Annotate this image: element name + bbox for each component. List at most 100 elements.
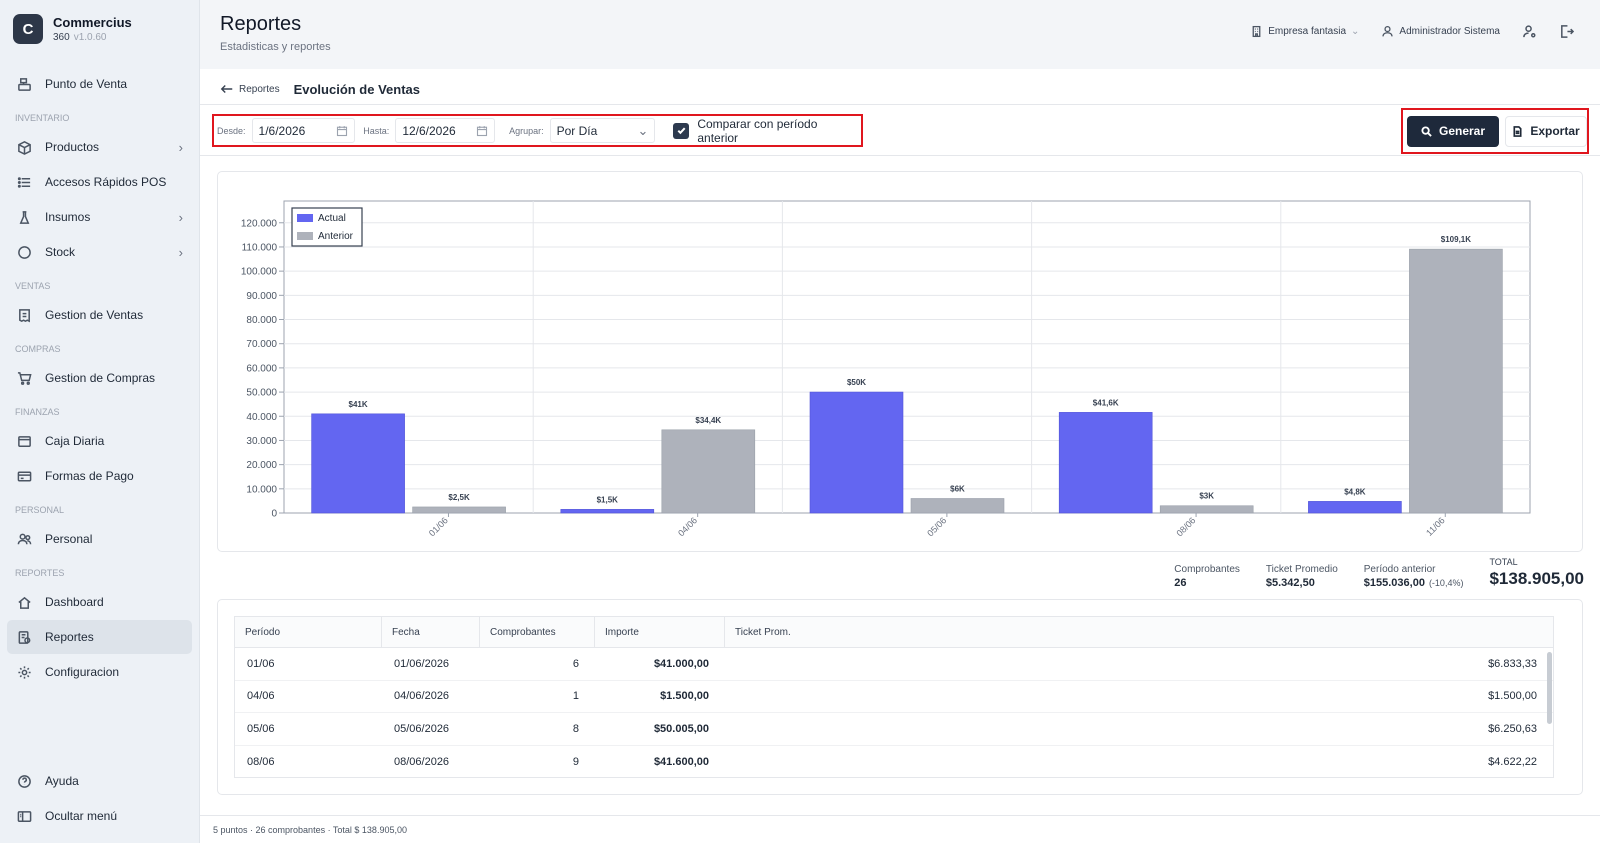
search-icon [1421,125,1432,137]
column-header[interactable]: Importe [595,617,725,647]
sidebar-item-reportes[interactable]: Reportes [7,620,192,654]
company-selector[interactable]: Empresa fantasia ⌄ [1250,25,1359,38]
sidebar-item-caja-diaria[interactable]: Caja Diaria [7,424,192,458]
brand-name: Commercius [53,15,132,30]
data-label: $109,1K [1441,235,1471,244]
summary-label: Período anterior [1363,564,1436,575]
y-tick-label: 80.000 [246,315,277,326]
sidebar-item-ocultar-menu[interactable]: Ocultar menú [7,799,192,833]
flask-icon [16,209,32,225]
plot-area [283,200,1531,514]
sidebar-item-label: Gestion de Compras [45,371,156,385]
summary-comprobantes: Comprobantes 26 [1174,564,1240,589]
cell-fecha: 01/06/2026 [394,657,450,670]
sidebar-item-label: Formas de Pago [45,469,134,483]
table-row[interactable]: 08/06 08/06/2026 9 $41.600,00 $4.622,22 [235,746,1553,779]
summary-total-label: TOTAL [1489,557,1518,567]
logout-button[interactable] [1559,24,1574,39]
brand-product: 360 [53,32,70,43]
sidebar-item-ayuda[interactable]: Ayuda [7,764,192,798]
user-icon [1382,25,1394,37]
table-header: Período Fecha Comprobantes Importe Ticke… [235,617,1553,648]
summary-periodo-anterior: Período anterior $155.036,00 (-10,4%) [1364,564,1464,589]
sidebar-item-stock[interactable]: Stock › [7,235,192,269]
bar-anterior [1409,248,1503,514]
cell-ticket: $4.622,22 [1488,755,1537,768]
sidebar-nav: Punto de Venta INVENTARIO Productos › Ac… [0,66,199,690]
circle-icon [16,244,32,260]
sidebar-item-label: Ocultar menú [45,809,118,823]
cart-icon [16,370,32,386]
results-table: Período Fecha Comprobantes Importe Ticke… [234,616,1554,778]
user-menu[interactable]: Administrador Sistema [1381,25,1500,38]
page-title: Reportes [220,13,302,35]
column-header[interactable]: Ticket Prom. [725,617,1553,647]
x-tick-label: 05/06 [925,515,948,538]
brand-version: v1.0.60 [73,32,107,43]
column-header[interactable]: Comprobantes [480,617,595,647]
summary-value: 26 [1174,577,1187,589]
column-header[interactable]: Período [235,617,382,647]
x-tick-label: 11/06 [1424,515,1447,538]
bar-anterior [910,498,1005,514]
bar-actual [560,509,655,514]
generate-button[interactable]: Generar [1407,115,1499,147]
y-tick-label: 10.000 [246,484,277,495]
home-icon [16,594,32,610]
export-button[interactable]: Exportar [1505,115,1587,147]
sidebar-item-insumos[interactable]: Insumos › [7,200,192,234]
sidebar-item-punto-de-venta[interactable]: Punto de Venta [7,67,192,101]
cell-ticket: $6.250,63 [1488,722,1537,735]
hasta-date-input[interactable]: 12/6/2026 [395,118,496,143]
nav-section-inventario: INVENTARIO [15,113,70,123]
table-row[interactable]: 04/06 04/06/2026 1 $1.500,00 $1.500,00 [235,681,1553,713]
scrollbar-thumb[interactable] [1547,652,1552,724]
user-name: Administrador Sistema [1399,26,1500,37]
back-link[interactable]: Reportes [220,82,280,96]
bar-anterior [412,506,506,514]
agrupar-label: Agrupar: [509,125,544,136]
table-row[interactable]: 01/06 01/06/2026 6 $41.000,00 $6.833,33 [235,648,1553,681]
y-tick-label: 110.000 [242,242,278,253]
brand-logo: C [13,14,43,44]
sidebar-item-personal[interactable]: Personal [7,522,192,556]
data-label: $6K [950,484,965,493]
sidebar-item-gestion-ventas[interactable]: Gestion de Ventas [7,298,192,332]
desde-date-input[interactable]: 1/6/2026 [251,118,356,143]
data-label: $34,4K [695,416,721,425]
summary-total: TOTAL $138.905,00 [1489,557,1584,589]
data-label: $41,6K [1093,398,1119,407]
user-settings-button[interactable] [1522,24,1537,39]
sidebar-item-dashboard[interactable]: Dashboard [7,585,192,619]
cell-comprobantes: 8 [572,722,579,735]
legend-swatch-actual [297,214,313,222]
table-scrollbar[interactable] [1544,648,1553,777]
cell-comprobantes: 6 [572,657,579,670]
sidebar-item-label: Caja Diaria [45,434,105,448]
sidebar-item-gestion-compras[interactable]: Gestion de Compras [7,361,192,395]
brand: C Commercius 360 v1.0.60 [0,0,199,58]
summary-label: Comprobantes [1174,564,1240,575]
bar-actual [311,413,405,514]
logout-icon [1561,25,1574,38]
chart-card: 0 10.000 20.000 30.000 40.000 50.000 60.000 70.… [217,171,1583,552]
table-row[interactable]: 05/06 05/06/2026 8 $50.005,00 $6.250,63 [235,713,1553,746]
sidebar-item-productos[interactable]: Productos › [7,130,192,164]
data-label: $1,5K [597,495,619,504]
sidebar-item-label: Gestion de Ventas [45,308,144,322]
sidebar-item-accesos-rapidos[interactable]: Accesos Rápidos POS [7,165,192,199]
sidebar-item-configuracion[interactable]: Configuracion [7,655,192,689]
cell-importe: $41.000,00 [653,657,709,670]
report-icon [16,629,32,645]
sidebar-item-formas-pago[interactable]: Formas de Pago [7,459,192,493]
sidebar-item-label: Accesos Rápidos POS [45,175,167,189]
compare-checkbox[interactable] [673,122,690,139]
chevron-down-icon: ⌄ [1351,26,1360,37]
page-subtitle: Estadisticas y reportes [220,41,331,53]
hasta-label: Hasta: [363,125,390,136]
list-icon [16,174,32,190]
agrupar-select[interactable]: Por Día ⌄ [549,118,656,143]
nav-section-finanzas: FINANZAS [15,407,60,417]
y-tick-label: 50.000 [246,388,277,399]
column-header[interactable]: Fecha [382,617,480,647]
